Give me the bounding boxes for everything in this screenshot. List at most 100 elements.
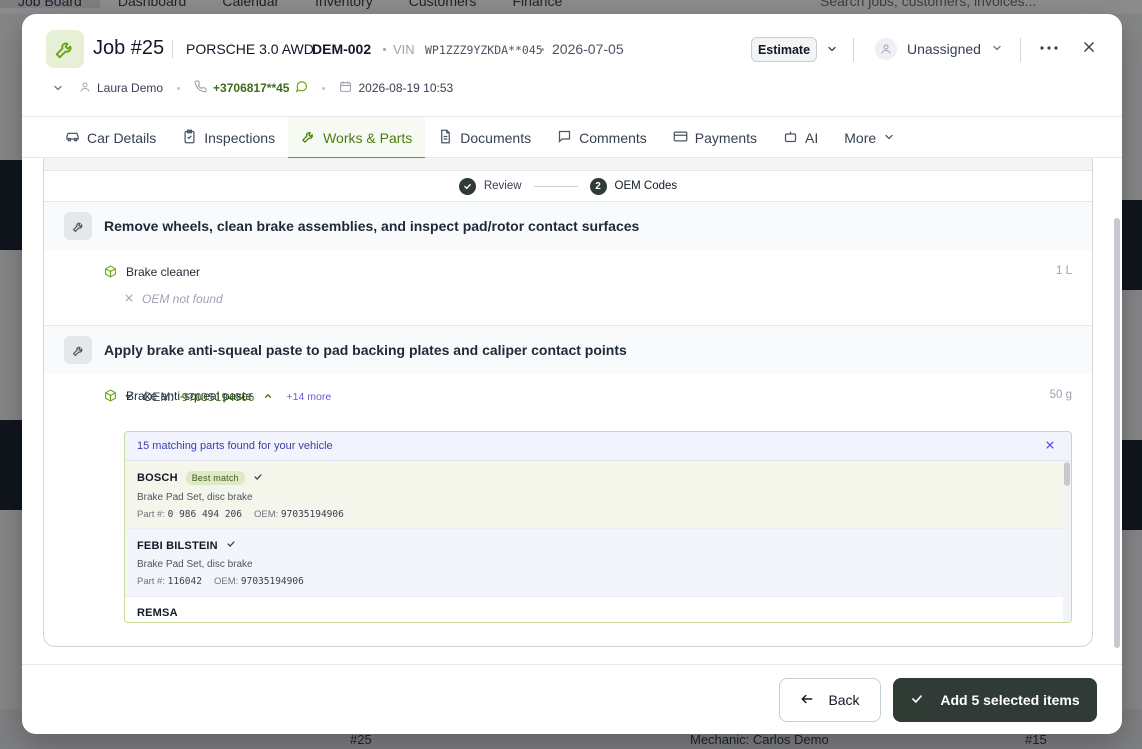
chevron-down-icon (991, 41, 1003, 57)
tab-car-details[interactable]: Car Details (52, 117, 169, 158)
card-icon (673, 129, 688, 147)
wrench-icon (64, 212, 92, 240)
tab-comments[interactable]: Comments (544, 117, 660, 158)
dot-separator (541, 48, 544, 51)
customer-name: Laura Demo (97, 81, 164, 95)
match-description: Brake Pad Set, disc brake (137, 559, 253, 570)
tab-works-parts[interactable]: Works & Parts (288, 117, 426, 159)
tab-documents[interactable]: Documents (425, 117, 544, 158)
customer-phone[interactable]: +3706817**45 (194, 80, 308, 96)
wrench-icon (46, 30, 84, 68)
check-icon (458, 177, 476, 195)
tab-label: Payments (694, 129, 758, 146)
matching-parts-list: 15 matching parts found for your vehicle… (124, 431, 1072, 623)
divider (853, 38, 854, 62)
wrench-icon (64, 336, 92, 364)
match-item[interactable]: FEBI BILSTEIN Brake Pad Set, disc brake … (125, 529, 1071, 597)
chevron-up-icon[interactable] (263, 390, 273, 404)
part-quantity: 50 g (1049, 389, 1072, 401)
robot-icon (783, 129, 798, 147)
matches-header: 15 matching parts found for your vehicle (125, 432, 1071, 461)
phone-icon (194, 80, 207, 96)
task-row: Apply brake anti-squeal paste to pad bac… (44, 326, 1092, 374)
divider (172, 40, 173, 58)
content-scrollbar[interactable] (1114, 218, 1120, 648)
collapse-chevron-icon[interactable] (52, 82, 64, 94)
step-connector (533, 185, 578, 187)
arrow-left-icon (800, 692, 814, 709)
document-icon (438, 129, 453, 147)
job-header: Job #25 PORSCHE 3.0 AWD DEM-002 VIN WP1Z… (22, 14, 1122, 116)
assignee-selector[interactable]: Unassigned (875, 38, 1003, 60)
customer[interactable]: Laura Demo (79, 81, 163, 96)
job-date: 2026-07-05 (552, 41, 624, 57)
oem-number: 97035194906 (240, 576, 304, 587)
tab-inspections[interactable]: Inspections (169, 117, 288, 158)
assignee-label: Unassigned (907, 41, 981, 57)
more-oem-link[interactable]: +14 more (287, 391, 332, 403)
tab-label: Car Details (87, 129, 157, 146)
customer-info-row: Laura Demo +3706817**45 2026-08-19 10:53 (52, 78, 453, 98)
back-button[interactable]: Back (779, 678, 881, 722)
user-icon (79, 81, 91, 96)
vin-number: WP1ZZZ9YZKDA**045 (425, 43, 543, 57)
task-title: Remove wheels, clean brake assemblies, a… (104, 218, 640, 234)
tab-label: More (844, 129, 877, 146)
oem-code: 97035194906 (181, 390, 255, 404)
check-icon (124, 390, 135, 404)
oem-not-found-label: OEM not found (142, 292, 223, 306)
comment-icon (557, 129, 572, 147)
close-icon[interactable] (1079, 37, 1099, 57)
car-icon (65, 129, 80, 147)
chevron-down-icon (883, 130, 895, 146)
check-icon (226, 539, 236, 552)
match-item[interactable]: BOSCH Best match Brake Pad Set, disc bra… (125, 461, 1071, 529)
part-number: 0 986 494 206 (167, 509, 242, 520)
dot-separator (322, 86, 326, 90)
package-icon (104, 389, 118, 403)
user-icon (875, 38, 897, 60)
match-item[interactable]: REMSA (125, 597, 1071, 622)
task-title: Apply brake anti-squeal paste to pad bac… (104, 342, 627, 358)
job-title: Job #25 (93, 37, 165, 59)
status-estimate-button[interactable]: Estimate (751, 37, 817, 62)
add-selected-items-button[interactable]: Add 5 selected items (893, 678, 1097, 722)
tab-payments[interactable]: Payments (660, 117, 770, 158)
best-match-badge: Best match (185, 471, 245, 485)
calendar-icon (339, 80, 352, 96)
tab-ai[interactable]: AI (770, 117, 831, 158)
back-label: Back (828, 692, 860, 708)
works-parts-content: Review 2 OEM Codes Remove wheels, clean … (22, 158, 1122, 664)
part-quantity: 1 L (1056, 265, 1072, 277)
oem-label: OEM: (213, 576, 239, 587)
license-plate: DEM-002 (312, 41, 372, 57)
oem-status: OEM not found (124, 292, 223, 306)
tab-more[interactable]: More (831, 117, 908, 158)
part-number-label: Part #: (137, 576, 165, 587)
tab-label: Works & Parts (323, 129, 413, 146)
tab-label: AI (805, 129, 819, 146)
appointment: 2026-08-19 10:53 (339, 80, 453, 96)
phone-number: +3706817**45 (213, 81, 290, 95)
clipboard-icon (182, 129, 197, 147)
part-number-label: Part #: (137, 509, 165, 520)
close-icon[interactable] (1045, 440, 1057, 452)
step-number: 2 (589, 177, 607, 195)
whatsapp-icon[interactable] (295, 80, 308, 96)
matches-scroll-thumb[interactable] (1064, 462, 1070, 486)
task-row: Remove wheels, clean brake assemblies, a… (44, 202, 1092, 250)
dot-separator (383, 48, 386, 51)
more-options-icon[interactable] (1038, 39, 1060, 57)
chevron-down-icon[interactable] (823, 40, 841, 58)
oem-wizard-panel: Review 2 OEM Codes Remove wheels, clean … (43, 158, 1093, 647)
oem-label: OEM: (143, 390, 174, 404)
match-brand: FEBI BILSTEIN (137, 539, 218, 552)
match-brand: BOSCH (137, 472, 178, 484)
dot-separator (177, 86, 181, 90)
package-icon (104, 265, 118, 279)
step-review-label: Review (483, 180, 522, 192)
matches-count-label: 15 matching parts found for your vehicle (137, 440, 333, 452)
car-model: PORSCHE 3.0 AWD (186, 41, 314, 57)
wrench-icon (301, 129, 316, 147)
